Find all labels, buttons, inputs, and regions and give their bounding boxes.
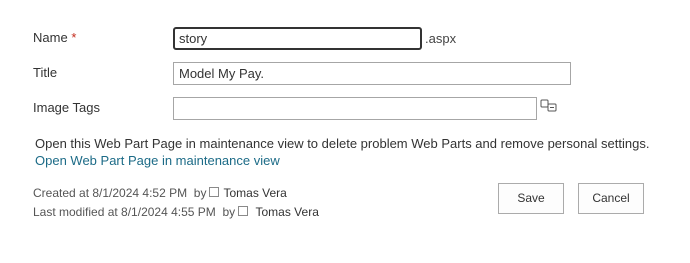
created-by-user[interactable]: Tomas Vera <box>223 186 286 200</box>
user-presence-icon <box>238 206 249 216</box>
name-label: Name * <box>33 30 76 45</box>
save-button[interactable]: Save <box>498 183 564 214</box>
image-tags-input[interactable] <box>173 97 537 120</box>
title-label: Title <box>33 65 58 80</box>
required-mark: * <box>71 30 77 45</box>
title-input[interactable]: Model My Pay. <box>173 62 571 85</box>
maintenance-view-link[interactable]: Open Web Part Page in maintenance view <box>35 153 280 168</box>
name-label-text: Name <box>33 30 68 45</box>
modified-info: Last modified at 8/1/2024 4:55 PM by Tom… <box>33 205 319 219</box>
modified-at-text: Last modified at 8/1/2024 4:55 PM <box>33 205 216 219</box>
page-properties-form: Name * story .aspx Title Model My Pay. I… <box>0 0 690 263</box>
created-info: Created at 8/1/2024 4:52 PM by Tomas Vera <box>33 186 287 200</box>
tag-picker-icon[interactable] <box>540 98 558 114</box>
created-by-word: by <box>193 186 207 200</box>
cancel-button[interactable]: Cancel <box>578 183 644 214</box>
name-extension-suffix: .aspx <box>425 31 457 46</box>
created-at-text: Created at 8/1/2024 4:52 PM <box>33 186 188 200</box>
modified-by-word: by <box>222 205 236 219</box>
name-input[interactable]: story <box>173 27 422 50</box>
user-presence-icon <box>209 187 220 197</box>
maintenance-description: Open this Web Part Page in maintenance v… <box>35 136 650 151</box>
image-tags-label: Image Tags <box>33 100 100 115</box>
modified-by-user[interactable]: Tomas Vera <box>256 205 319 219</box>
